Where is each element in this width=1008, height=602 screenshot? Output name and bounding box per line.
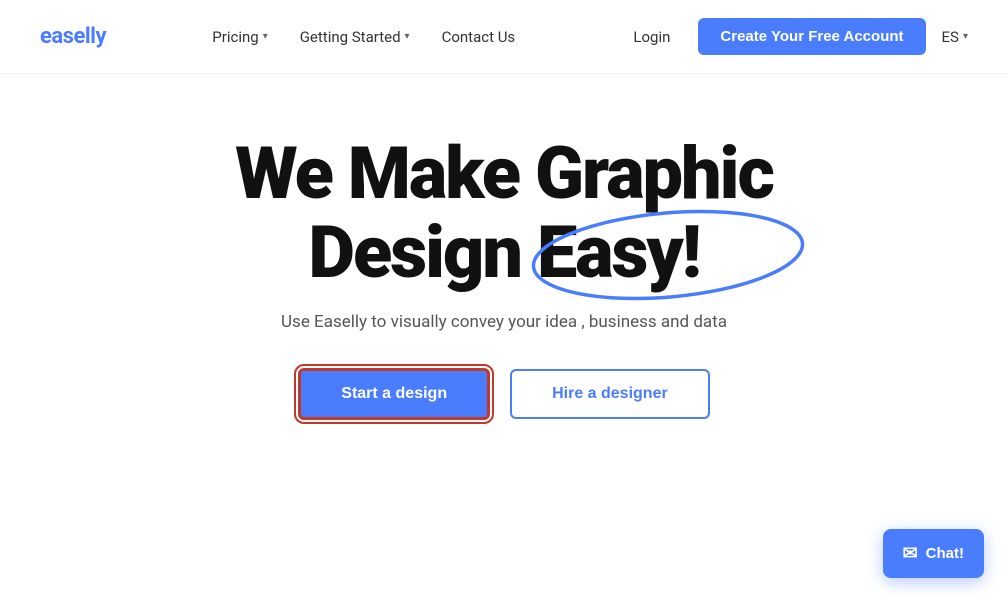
nav-item-contact-us[interactable]: Contact Us [430,22,528,52]
hero-title-line2-prefix: Design [308,210,537,295]
hero-title-highlight: Easy! [537,213,700,292]
nav-item-getting-started[interactable]: Getting Started ▾ [288,22,422,52]
chat-button[interactable]: ✉ Chat! [883,529,984,578]
login-button[interactable]: Login [621,22,682,52]
nav-contact-label: Contact Us [442,28,516,46]
nav-getting-started-label: Getting Started [300,28,401,46]
nav-item-pricing[interactable]: Pricing ▾ [200,22,279,52]
logo-text-blue: y [95,24,106,49]
hire-designer-button[interactable]: Hire a designer [510,369,710,419]
chat-icon: ✉ [903,543,918,564]
header: easelly Pricing ▾ Getting Started ▾ Cont… [0,0,1008,74]
start-design-button[interactable]: Start a design [298,368,490,420]
logo-text-black: easell [40,24,95,49]
hero-section: We Make Graphic Design Easy! Use Easelly… [0,74,1008,460]
hero-buttons: Start a design Hire a designer [298,368,709,420]
nav-pricing-label: Pricing [212,28,258,46]
hero-title: We Make Graphic Design Easy! [235,134,773,292]
chat-label: Chat! [926,545,964,562]
create-account-button[interactable]: Create Your Free Account [698,18,925,55]
chevron-down-icon: ▾ [263,31,268,42]
header-right: Login Create Your Free Account ES ▾ [621,18,968,55]
lang-label: ES [942,28,959,46]
hero-easy-text: Easy! [537,210,700,295]
hero-title-line1: We Make Graphic [235,131,773,216]
chevron-down-icon: ▾ [963,31,968,42]
language-selector[interactable]: ES ▾ [942,28,968,46]
hero-subtitle: Use Easelly to visually convey your idea… [281,312,727,332]
chevron-down-icon: ▾ [405,31,410,42]
main-nav: Pricing ▾ Getting Started ▾ Contact Us [200,22,527,52]
logo[interactable]: easelly [40,24,106,49]
